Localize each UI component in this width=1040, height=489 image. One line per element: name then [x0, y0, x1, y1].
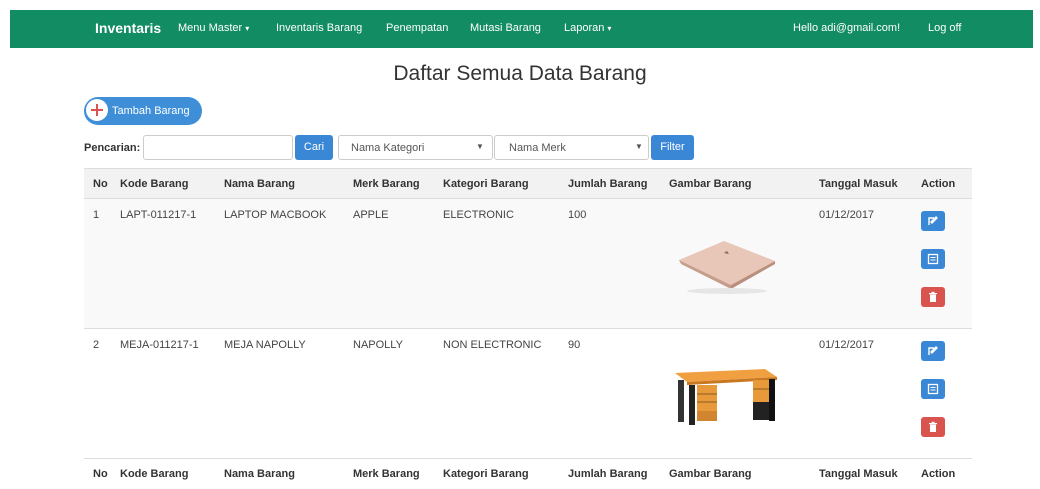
cell-kode: LAPT-011217-1: [111, 198, 215, 329]
footer-action: Action: [912, 458, 972, 489]
cell-no: 1: [84, 198, 111, 329]
delete-button[interactable]: [921, 287, 945, 307]
cell-action: [912, 328, 972, 459]
cell-nama: LAPTOP MACBOOK: [215, 198, 344, 329]
nav-menu-master[interactable]: Menu Master ▾: [178, 22, 249, 34]
cell-merk: NAPOLLY: [344, 328, 434, 459]
detail-icon: [927, 253, 939, 265]
footer-gambar: Gambar Barang: [660, 458, 810, 489]
search-input[interactable]: [143, 135, 293, 160]
nav-laporan[interactable]: Laporan ▾: [564, 22, 611, 34]
cell-kategori: ELECTRONIC: [434, 198, 559, 329]
add-item-button[interactable]: Tambah Barang: [84, 97, 202, 125]
detail-icon: [927, 383, 939, 395]
cell-kode: MEJA-011217-1: [111, 328, 215, 459]
delete-button[interactable]: [921, 417, 945, 437]
search-label: Pencarian:: [84, 142, 141, 154]
table-row: 2 MEJA-011217-1 MEJA NAPOLLY NAPOLLY NON…: [84, 328, 972, 459]
plus-icon: [86, 99, 108, 121]
caret-down-icon: ▾: [245, 24, 250, 33]
cell-gambar: [660, 198, 810, 329]
cell-merk: APPLE: [344, 198, 434, 329]
header-kategori: Kategori Barang: [434, 168, 559, 199]
trash-icon: [929, 421, 937, 432]
edit-icon: [928, 216, 938, 225]
footer-nama: Nama Barang: [215, 458, 344, 489]
footer-no: No: [84, 458, 111, 489]
table-row: 1 LAPT-011217-1 LAPTOP MACBOOK APPLE ELE…: [84, 198, 972, 329]
user-greeting-link[interactable]: Hello adi@gmail.com!: [793, 22, 900, 34]
select-arrow-icon: ▼: [635, 142, 643, 151]
edit-button[interactable]: [921, 341, 945, 361]
cell-gambar: [660, 328, 810, 459]
footer-merk: Merk Barang: [344, 458, 434, 489]
search-button[interactable]: Cari: [295, 135, 333, 160]
brand-link[interactable]: Inventaris: [95, 20, 161, 36]
filter-button[interactable]: Filter: [651, 135, 694, 160]
cell-kategori: NON ELECTRONIC: [434, 328, 559, 459]
caret-down-icon: ▾: [607, 24, 612, 33]
brand-select[interactable]: Nama Merk ▼: [494, 135, 649, 160]
cell-action: [912, 198, 972, 329]
edit-button[interactable]: [921, 211, 945, 231]
detail-button[interactable]: [921, 379, 945, 399]
footer-kategori: Kategori Barang: [434, 458, 559, 489]
header-tanggal: Tanggal Masuk: [810, 168, 912, 199]
header-jumlah: Jumlah Barang: [559, 168, 660, 199]
header-gambar: Gambar Barang: [660, 168, 810, 199]
footer-kode: Kode Barang: [111, 458, 215, 489]
trash-icon: [929, 291, 937, 302]
footer-jumlah: Jumlah Barang: [559, 458, 660, 489]
navbar: Inventaris Menu Master ▾ Inventaris Baran…: [10, 10, 1033, 48]
header-merk: Merk Barang: [344, 168, 434, 199]
cell-tanggal: 01/12/2017: [810, 328, 912, 459]
laptop-image: [669, 205, 782, 318]
edit-icon: [928, 346, 938, 355]
category-select[interactable]: Nama Kategori ▼: [338, 135, 493, 160]
nav-inventaris-barang[interactable]: Inventaris Barang: [276, 22, 362, 34]
nav-mutasi-barang[interactable]: Mutasi Barang: [470, 22, 541, 34]
header-no: No: [84, 168, 111, 199]
header-action: Action: [912, 168, 972, 199]
detail-button[interactable]: [921, 249, 945, 269]
header-nama: Nama Barang: [215, 168, 344, 199]
cell-jumlah: 90: [559, 328, 660, 459]
items-table: No Kode Barang Nama Barang Merk Barang K…: [84, 168, 972, 489]
page-title: Daftar Semua Data Barang: [393, 62, 647, 85]
add-item-label: Tambah Barang: [112, 105, 190, 117]
table-footer-row: No Kode Barang Nama Barang Merk Barang K…: [84, 458, 972, 489]
table-header-row: No Kode Barang Nama Barang Merk Barang K…: [84, 168, 972, 199]
cell-jumlah: 100: [559, 198, 660, 329]
header-kode: Kode Barang: [111, 168, 215, 199]
logoff-link[interactable]: Log off: [928, 22, 961, 34]
cell-nama: MEJA NAPOLLY: [215, 328, 344, 459]
cell-no: 2: [84, 328, 111, 459]
cell-tanggal: 01/12/2017: [810, 198, 912, 329]
nav-penempatan[interactable]: Penempatan: [386, 22, 448, 34]
footer-tanggal: Tanggal Masuk: [810, 458, 912, 489]
select-arrow-icon: ▼: [476, 142, 484, 151]
desk-image: [669, 335, 782, 448]
